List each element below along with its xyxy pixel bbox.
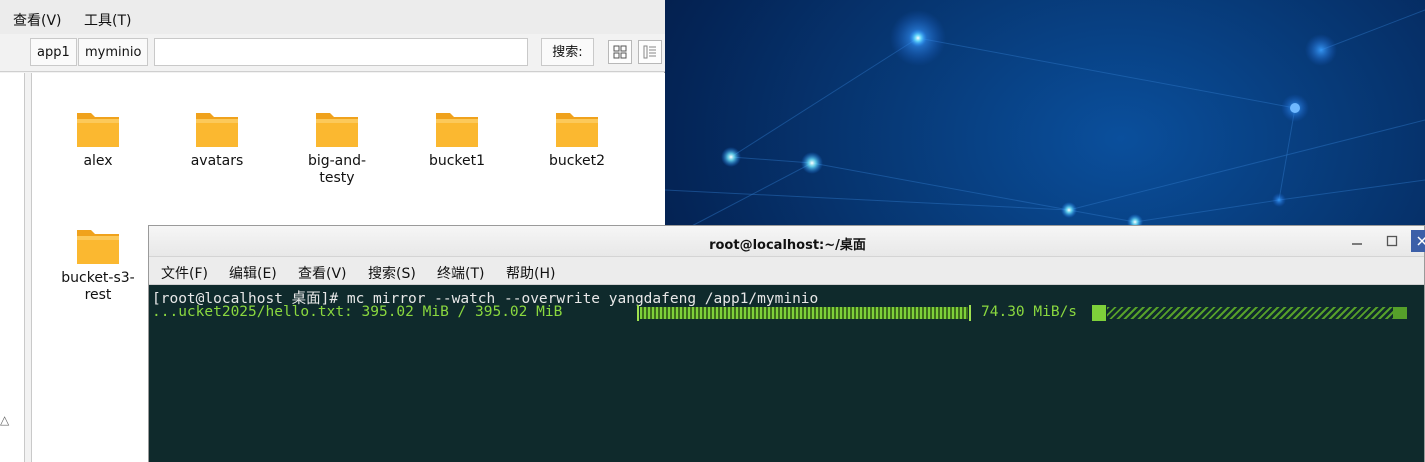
minimize-icon[interactable] [1346,230,1368,252]
folder-icon [436,113,478,147]
folder-item[interactable]: avatars [167,107,267,170]
menu-terminal[interactable]: 终端(T) [437,263,484,283]
path-input[interactable] [154,38,528,66]
folder-name: bucket2 [548,153,606,169]
progress-label: ...ucket2025/hello.txt: 395.02 MiB / 395… [152,304,563,320]
location-toolbar: app1 myminio 搜索: [0,34,665,72]
folder-item[interactable]: big-and-testy [287,107,387,187]
menu-search[interactable]: 搜索(S) [368,263,416,283]
folder-item[interactable]: bucket2 [527,107,627,170]
menu-edit[interactable]: 编辑(E) [229,263,277,283]
progress-bar [637,305,971,321]
search-button[interactable]: 搜索: [541,38,594,66]
folder-icon [316,113,358,147]
folder-item[interactable]: bucket1 [407,107,507,170]
folder-icon [196,113,238,147]
terminal-menubar: 文件(F) 编辑(E) 查看(V) 搜索(S) 终端(T) 帮助(H) [149,257,1424,285]
window-title: root@localhost:~/桌面 [709,238,866,253]
folder-icon [556,113,598,147]
progress-bar-left-edge [637,305,639,321]
menu-view[interactable]: 查看(V) [298,263,347,283]
progress-bar-fill [640,307,968,319]
list-view-icon[interactable] [638,40,662,64]
menu-help[interactable]: 帮助(H) [506,263,555,283]
side-panel: △ [0,73,25,462]
folder-name: bucket-s3-rest [61,270,135,303]
folder-name: big-and-testy [307,153,367,186]
terminal-cursor [1092,305,1106,321]
folder-name: bucket1 [428,153,486,169]
file-manager-menubar: 查看(V) 工具(T) [0,0,665,34]
close-icon[interactable] [1411,230,1425,252]
folder-name: alex [83,153,113,169]
terminal-titlebar[interactable]: root@localhost:~/桌面 [149,226,1425,257]
menu-view[interactable]: 查看(V) [13,10,62,30]
folder-icon [77,113,119,147]
warning-icon: △ [0,413,10,427]
folder-item[interactable]: alex [48,107,148,170]
terminal-output[interactable]: [root@localhost 桌面]# mc mirror --watch -… [149,285,1424,462]
folder-item[interactable]: bucket-s3-rest [48,224,148,304]
progress-bar-right-edge [969,305,971,321]
pending-bar-end [1393,307,1407,319]
folder-name: avatars [190,153,244,169]
pending-bar [1107,307,1395,319]
terminal-window: root@localhost:~/桌面 文件(F) 编辑(E) 查看(V) 搜索… [148,225,1425,462]
folder-icon [77,230,119,264]
transfer-speed: 74.30 MiB/s [981,304,1078,320]
breadcrumb-myminio[interactable]: myminio [78,38,149,66]
maximize-icon[interactable] [1381,230,1403,252]
menu-tools[interactable]: 工具(T) [84,10,131,30]
grid-view-icon[interactable] [608,40,632,64]
breadcrumb-app1[interactable]: app1 [30,38,77,66]
menu-file[interactable]: 文件(F) [161,263,208,283]
